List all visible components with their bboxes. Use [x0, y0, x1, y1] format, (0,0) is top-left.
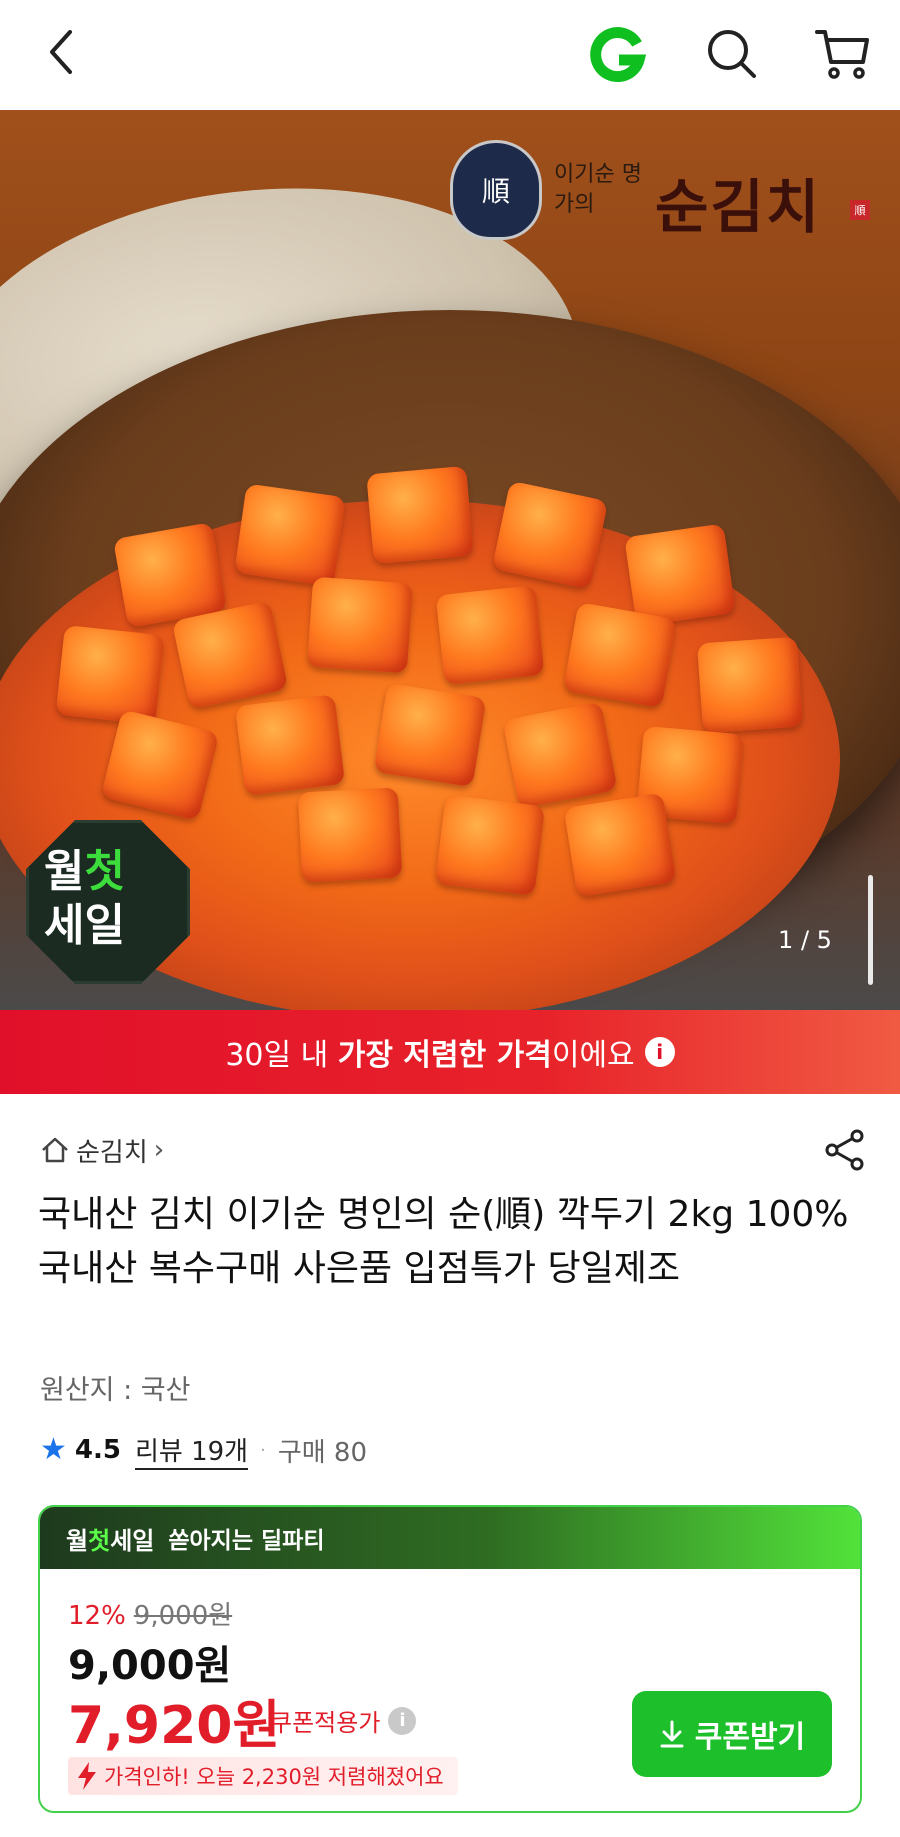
back-button[interactable] [32, 22, 92, 82]
kimchi-cube [624, 523, 736, 627]
review-link[interactable]: 리뷰 19개 [134, 1431, 249, 1470]
kimchi-cube [234, 483, 346, 587]
top-bar [0, 0, 900, 110]
chevron-right-icon: › [153, 1135, 165, 1165]
get-coupon-button[interactable]: 쿠폰받기 [632, 1691, 832, 1777]
product-title: 국내산 김치 이기순 명인의 순(順) 깍두기 2kg 100% 국내산 복수구… [38, 1194, 849, 1289]
purchase-count: 구매 80 [277, 1437, 368, 1468]
scroll-indicator [868, 875, 873, 985]
share-icon [825, 1129, 864, 1171]
kimchi-cube [373, 682, 487, 788]
back-arrow-icon [50, 30, 72, 74]
brand-name: 순김치 [655, 173, 822, 241]
coupon-price: 7,920원 [68, 1696, 281, 1756]
kimchi-cube [562, 602, 678, 708]
product-image[interactable]: 順 이기순 명가의 순김치 順 월첫 세일 1 / 5 [0, 110, 900, 1010]
deal-header: 월첫세일 쏟아지는 딜파티 [40, 1507, 860, 1569]
kimchi-cube [366, 465, 474, 565]
lowest-price-text: 30일 내 가장 저렴한 가격이에요 [225, 1038, 635, 1073]
original-price: 9,000원 [133, 1601, 233, 1631]
image-pager: 1 / 5 [778, 926, 832, 954]
kimchi-cube [234, 694, 346, 796]
store-link[interactable]: 순김치 › [40, 1130, 164, 1170]
kimchi-cube [502, 701, 618, 809]
kimchi-cube [696, 636, 804, 734]
info-icon[interactable]: i [388, 1706, 417, 1735]
deal-headline: 쏟아지는 딜파티 [168, 1528, 325, 1554]
kimchi-cube [563, 792, 677, 898]
store-name: 순김치 [76, 1137, 148, 1168]
kimchi-cube [435, 585, 545, 685]
kimchi-cube [55, 625, 165, 725]
info-icon[interactable]: i [644, 1037, 675, 1067]
separator-dot: · [260, 1439, 266, 1461]
discount-row: 12% 9,000원 [68, 1595, 232, 1632]
price-drop-notice: 가격인하! 오늘 2,230원 저렴해졌어요 [68, 1757, 458, 1795]
kimchi-cube [434, 794, 546, 896]
brand-subtitle: 이기순 명가의 [554, 162, 642, 217]
g-logo-icon[interactable] [585, 22, 649, 86]
deal-brand: 월첫세일 [66, 1526, 155, 1555]
cart-button[interactable] [810, 22, 874, 86]
coupon-price-label: 쿠폰적용가 i [270, 1703, 417, 1738]
kimchi-cube [297, 787, 403, 883]
rating-value: 4.5 [74, 1435, 121, 1465]
discount-rate: 12% [68, 1601, 126, 1631]
search-icon [708, 30, 756, 78]
bolt-icon [78, 1762, 96, 1790]
star-icon: ★ [40, 1432, 67, 1467]
brand-logo: 順 이기순 명가의 순김치 順 [450, 140, 880, 250]
share-button[interactable] [820, 1125, 870, 1175]
origin-text: 원산지 : 국산 [40, 1375, 191, 1406]
deal-card: 월첫세일 쏟아지는 딜파티 12% 9,000원 9,000원 7,920원 쿠… [38, 1505, 862, 1813]
brand-mini-seal: 順 [850, 200, 870, 220]
download-icon [660, 1720, 684, 1748]
cart-icon [815, 30, 869, 79]
lowest-price-banner[interactable]: 30일 내 가장 저렴한 가격이에요 i [0, 1010, 900, 1094]
sale-badge: 월첫 세일 [26, 820, 190, 984]
rating-row: ★ 4.5 리뷰 19개 · 구매 80 [40, 1430, 367, 1470]
home-icon [42, 1137, 68, 1163]
brand-seal-icon: 順 [450, 140, 542, 240]
kimchi-cube [306, 576, 414, 674]
search-button[interactable] [700, 22, 764, 86]
